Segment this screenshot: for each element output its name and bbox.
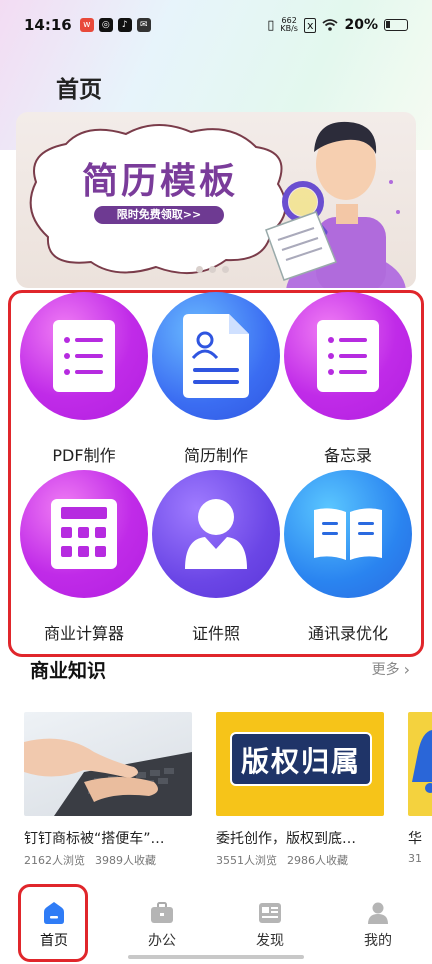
status-time: 14:16: [24, 16, 72, 34]
status-right: ▯ 662 KB/s x 20%: [267, 17, 408, 33]
view-count: 3551人浏览: [216, 854, 277, 867]
feature-label: 通讯录优化: [307, 624, 388, 643]
feature-label: 简历制作: [183, 446, 248, 465]
view-count: 2162人浏览: [24, 854, 85, 867]
home-indicator: [128, 955, 304, 959]
feature-resume[interactable]: 简历制作: [150, 292, 282, 470]
thumbnail-text: 版权归属: [240, 745, 361, 778]
chevron-right-icon: ›: [403, 659, 410, 679]
feature-grid: PDF制作 简历制作 备忘录 商业计算器 证件照 通讯录优化: [18, 292, 414, 648]
home-tab-highlight: [18, 884, 88, 962]
net-speed-unit: KB/s: [280, 24, 298, 33]
character-illustration: [265, 121, 406, 288]
article-card[interactable]: 钉钉商标被“搭便车”… 2162人浏览 3989人收藏: [24, 712, 192, 868]
status-bar: 14:16 w ◎ ♪ ✉ ▯ 662 KB/s x 20%: [0, 0, 432, 50]
id-photo-icon: [152, 470, 280, 598]
tab-label: 发现: [256, 933, 284, 949]
article-title: 钉钉商标被“搭便车”…: [24, 831, 165, 847]
view-count: 31: [408, 852, 422, 865]
more-link[interactable]: 更多 ›: [372, 659, 410, 679]
knowledge-cards: 钉钉商标被“搭便车”… 2162人浏览 3989人收藏 版权归属 委托创作，版权…: [24, 712, 432, 872]
article-thumbnail: [408, 712, 432, 816]
wifi-icon: [322, 19, 339, 31]
feature-id-photo[interactable]: 证件照: [150, 470, 282, 648]
pagination-dot: [196, 266, 203, 273]
article-meta: 3551人浏览 2986人收藏: [216, 852, 384, 868]
battery-percent: 20%: [344, 17, 378, 33]
user-icon: [368, 902, 388, 924]
calculator-icon: [20, 470, 148, 598]
book-icon: [284, 470, 412, 598]
message-icon: ✉: [136, 18, 151, 32]
tab-label: 我的: [364, 933, 392, 949]
article-thumbnail: [24, 712, 192, 816]
feature-label: 证件照: [191, 624, 240, 643]
feature-label: PDF制作: [52, 446, 116, 465]
tiktok-icon: ♪: [117, 18, 132, 32]
article-thumbnail: 版权归属: [216, 712, 384, 816]
weibo-icon: w: [79, 18, 94, 32]
sim-off-icon: x: [303, 17, 317, 33]
feature-label: 商业计算器: [43, 624, 124, 643]
banner-pagination: [196, 266, 229, 273]
feature-calculator[interactable]: 商业计算器: [18, 470, 150, 648]
favorite-count: 2986人收藏: [287, 854, 348, 867]
tab-mine[interactable]: 我的: [324, 880, 432, 964]
banner-claim-button[interactable]: 限时免费领取>>: [94, 206, 224, 224]
news-icon: [259, 903, 281, 923]
favorite-count: 3989人收藏: [95, 854, 156, 867]
battery-icon: [384, 19, 408, 31]
article-card[interactable]: 版权归属 委托创作，版权到底… 3551人浏览 2986人收藏: [216, 712, 384, 868]
article-meta: 2162人浏览 3989人收藏: [24, 852, 192, 868]
banner-heading: 简历模板: [82, 161, 239, 202]
briefcase-icon: [151, 902, 173, 923]
tab-label: 办公: [148, 933, 176, 949]
resume-icon: [152, 292, 280, 420]
article-title: 委托创作，版权到底…: [216, 831, 356, 847]
article-card[interactable]: 华 31: [408, 712, 432, 865]
feature-contacts[interactable]: 通讯录优化: [282, 470, 414, 648]
article-meta: 31: [408, 852, 432, 865]
tab-office[interactable]: 办公: [108, 880, 216, 964]
article-title: 华: [408, 831, 422, 847]
document-list-icon: [20, 292, 148, 420]
knowledge-header: 商业知识 更多 ›: [30, 654, 410, 684]
tab-discover[interactable]: 发现: [216, 880, 324, 964]
banner-resume-template[interactable]: 简历模板 限时免费领取>>: [16, 112, 416, 288]
feature-pdf[interactable]: PDF制作: [18, 292, 150, 470]
net-speed: 662 KB/s: [280, 17, 298, 33]
feature-label: 备忘录: [323, 446, 372, 465]
memo-list-icon: [284, 292, 412, 420]
app-icon: ◎: [98, 18, 113, 32]
vibrate-icon: ▯: [267, 17, 275, 33]
page-title: 首页: [56, 77, 102, 103]
section-title: 商业知识: [30, 659, 107, 682]
pagination-dot: [209, 266, 216, 273]
feature-memo[interactable]: 备忘录: [282, 292, 414, 470]
pagination-dot: [222, 266, 229, 273]
more-label: 更多: [371, 662, 400, 678]
